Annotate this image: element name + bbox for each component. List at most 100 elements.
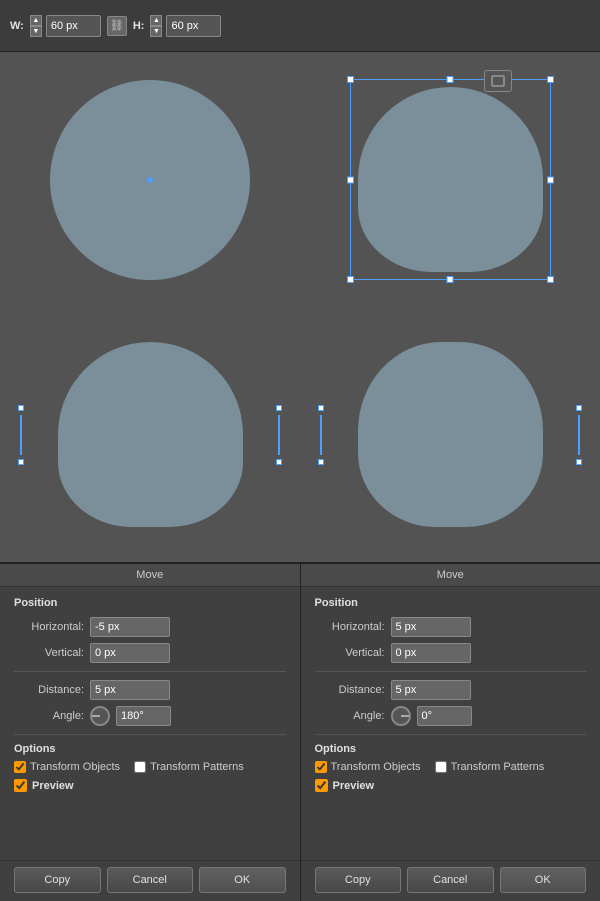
distance-row-left: Distance:: [14, 680, 286, 700]
width-up[interactable]: ▲: [30, 15, 42, 26]
canvas-area: [0, 52, 600, 562]
width-input-group: ▲ ▼: [30, 15, 101, 37]
v-handle-right-br[interactable]: [576, 405, 582, 465]
preview-checkbox-left[interactable]: [14, 779, 27, 792]
height-up[interactable]: ▲: [150, 15, 162, 26]
checkbox-row-left: Transform Objects Transform Patterns: [14, 761, 286, 773]
horizontal-row-right: Horizontal:: [315, 617, 587, 637]
distance-label-right: Distance:: [315, 684, 385, 696]
angle-dial-right[interactable]: [391, 706, 411, 726]
panel-left: Move Position Horizontal: Vertical: Dist…: [0, 562, 300, 901]
panel-left-tab[interactable]: Move: [0, 564, 300, 587]
handle-dot-bottom-r: [576, 459, 582, 465]
link-icon[interactable]: ⛓: [107, 16, 127, 36]
horizontal-input-left[interactable]: [90, 617, 170, 637]
cancel-button-right[interactable]: Cancel: [407, 867, 494, 893]
context-icon: [484, 70, 512, 92]
v-handle-left[interactable]: [18, 405, 24, 465]
height-input[interactable]: [166, 15, 221, 37]
options-right: Options Transform Objects Transform Patt…: [315, 743, 587, 773]
vertical-input-left[interactable]: [90, 643, 170, 663]
horizontal-label-left: Horizontal:: [14, 621, 84, 633]
shape-circle[interactable]: [50, 80, 250, 280]
vertical-row-left: Vertical:: [14, 643, 286, 663]
transform-patterns-label-left: Transform Patterns: [150, 761, 244, 773]
shape-cell-bottom-right: [300, 307, 600, 562]
vertical-row-right: Vertical:: [315, 643, 587, 663]
shape-squircle-br[interactable]: [358, 342, 543, 527]
ok-button-left[interactable]: OK: [199, 867, 286, 893]
handle-ml[interactable]: [347, 176, 354, 183]
transform-objects-check-left[interactable]: Transform Objects: [14, 761, 120, 773]
divider-left: [14, 671, 286, 672]
handle-line2: [278, 415, 280, 455]
divider2-left: [14, 734, 286, 735]
copy-button-left[interactable]: Copy: [14, 867, 101, 893]
transform-objects-checkbox-right[interactable]: [315, 761, 327, 773]
vertical-label-left: Vertical:: [14, 647, 84, 659]
handle-mr[interactable]: [547, 176, 554, 183]
angle-row-left: Angle:: [14, 706, 286, 726]
handle-dot-bottom-l: [318, 459, 324, 465]
cancel-button-left[interactable]: Cancel: [107, 867, 194, 893]
vertical-input-right[interactable]: [391, 643, 471, 663]
transform-patterns-check-right[interactable]: Transform Patterns: [435, 761, 545, 773]
horizontal-row-left: Horizontal:: [14, 617, 286, 637]
handle-dot-top-l: [318, 405, 324, 411]
width-down[interactable]: ▼: [30, 26, 42, 37]
width-stepper[interactable]: ▲ ▼: [30, 15, 42, 37]
options-title-right: Options: [315, 743, 587, 755]
divider-right: [315, 671, 587, 672]
angle-input-left[interactable]: [116, 706, 171, 726]
distance-input-right[interactable]: [391, 680, 471, 700]
angle-input-right[interactable]: [417, 706, 472, 726]
handle-tr[interactable]: [547, 76, 554, 83]
copy-button-right[interactable]: Copy: [315, 867, 402, 893]
width-input[interactable]: [46, 15, 101, 37]
angle-dial-left[interactable]: [90, 706, 110, 726]
options-title-left: Options: [14, 743, 286, 755]
transform-patterns-checkbox-left[interactable]: [134, 761, 146, 773]
handle-bl[interactable]: [347, 276, 354, 283]
handle-dot-top2: [276, 405, 282, 411]
shape-cell-top-left: [0, 52, 300, 307]
handle-bm[interactable]: [447, 276, 454, 283]
transform-objects-label-right: Transform Objects: [331, 761, 421, 773]
handle-tl[interactable]: [347, 76, 354, 83]
panel-right: Move Position Horizontal: Vertical: Dist…: [300, 562, 600, 901]
height-input-group: ▲ ▼: [150, 15, 221, 37]
handle-tm[interactable]: [447, 76, 454, 83]
transform-objects-check-right[interactable]: Transform Objects: [315, 761, 421, 773]
toolbar: W: ▲ ▼ ⛓ H: ▲ ▼: [0, 0, 600, 52]
shape-cell-top-right: [300, 52, 600, 307]
transform-objects-checkbox-left[interactable]: [14, 761, 26, 773]
handle-dot-top-r: [576, 405, 582, 411]
v-handle-right[interactable]: [276, 405, 282, 465]
panel-right-tab[interactable]: Move: [301, 564, 600, 587]
ok-button-right[interactable]: OK: [500, 867, 587, 893]
handle-line: [20, 415, 22, 455]
horizontal-label-right: Horizontal:: [315, 621, 385, 633]
panel-right-body: Position Horizontal: Vertical: Distance:…: [301, 587, 600, 860]
horizontal-input-right[interactable]: [391, 617, 471, 637]
transform-patterns-checkbox-right[interactable]: [435, 761, 447, 773]
selected-shape-container: [358, 87, 543, 272]
preview-label-left: Preview: [32, 780, 74, 792]
panel-left-body: Position Horizontal: Vertical: Distance:…: [0, 587, 300, 860]
handle-line-l: [320, 415, 322, 455]
transform-patterns-check-left[interactable]: Transform Patterns: [134, 761, 244, 773]
handle-dot-bottom: [18, 459, 24, 465]
angle-label-right: Angle:: [315, 710, 385, 722]
height-down[interactable]: ▼: [150, 26, 162, 37]
handle-dot-bottom2: [276, 459, 282, 465]
height-label: H:: [133, 20, 145, 32]
shape-squircle-bl[interactable]: [58, 342, 243, 527]
shape-squircle-selected[interactable]: [358, 87, 543, 272]
button-row-right: Copy Cancel OK: [301, 860, 600, 901]
distance-input-left[interactable]: [90, 680, 170, 700]
v-handle-left-br[interactable]: [318, 405, 324, 465]
height-stepper[interactable]: ▲ ▼: [150, 15, 162, 37]
checkbox-row-right: Transform Objects Transform Patterns: [315, 761, 587, 773]
handle-br[interactable]: [547, 276, 554, 283]
preview-checkbox-right[interactable]: [315, 779, 328, 792]
